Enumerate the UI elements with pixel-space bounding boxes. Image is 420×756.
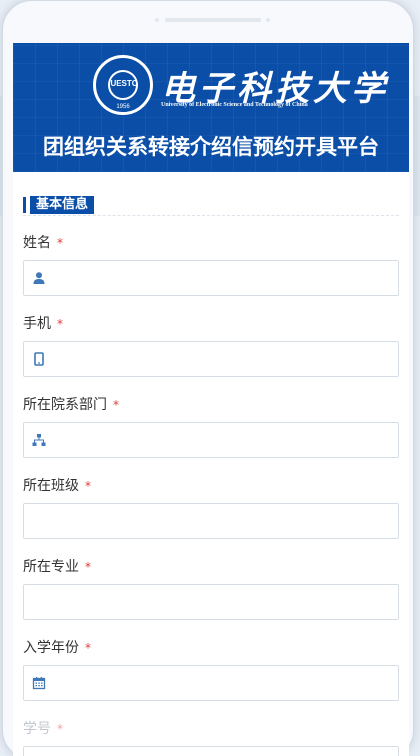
name-label: 姓名 <box>23 235 51 251</box>
class-input[interactable] <box>23 503 399 539</box>
university-english-name: University of Electronic Science and Tec… <box>161 102 308 108</box>
logo-year: 1956 <box>116 104 130 110</box>
speaker-grille <box>165 18 261 22</box>
field-label: 手机 * <box>23 315 399 333</box>
required-mark: * <box>113 398 119 412</box>
field-enrollment-year: 入学年份 * <box>23 639 399 701</box>
class-label: 所在班级 <box>23 478 79 494</box>
major-label: 所在专业 <box>23 559 79 575</box>
field-label: 所在班级 * <box>23 477 399 495</box>
required-mark: * <box>57 317 63 331</box>
field-student-id: 学号 * <box>23 720 399 756</box>
section-title: 基本信息 <box>30 196 95 214</box>
phone-screen: UESTC 1956 电子科技大学 University of Electron… <box>13 43 409 756</box>
major-input[interactable] <box>23 584 399 620</box>
field-label: 入学年份 * <box>23 639 399 657</box>
enrollment-year-input[interactable] <box>23 665 399 701</box>
field-label: 所在专业 * <box>23 558 399 576</box>
field-department: 所在院系部门 * <box>23 396 399 458</box>
required-mark: * <box>85 641 91 655</box>
university-logo: UESTC 1956 <box>93 55 153 115</box>
camera-dot <box>155 18 159 22</box>
header-banner: UESTC 1956 电子科技大学 University of Electron… <box>13 43 409 172</box>
field-label: 姓名 * <box>23 234 399 252</box>
field-major: 所在专业 * <box>23 558 399 620</box>
mobile-input[interactable] <box>23 341 399 377</box>
department-label: 所在院系部门 <box>23 397 107 413</box>
student-id-input[interactable] <box>23 746 399 756</box>
logo-text: UESTC <box>110 79 138 88</box>
mobile-icon <box>34 352 44 366</box>
phone-frame: UESTC 1956 电子科技大学 University of Electron… <box>2 0 414 756</box>
required-mark: * <box>57 722 63 736</box>
platform-title: 团组织关系转接介绍信预约开具平台 <box>43 135 379 159</box>
sensor-dot <box>266 18 270 22</box>
calendar-icon <box>32 677 46 690</box>
name-input[interactable] <box>23 260 399 296</box>
mobile-label: 手机 <box>23 316 51 332</box>
field-mobile: 手机 * <box>23 315 399 377</box>
student-id-label: 学号 <box>23 721 51 737</box>
org-chart-icon <box>32 434 46 446</box>
basic-info-section: 基本信息 姓名 * 手机 * 所在院系部门 * 所在班级 * 所在专业 * 入学… <box>13 196 409 756</box>
field-label: 所在院系部门 * <box>23 396 399 414</box>
section-accent-bar <box>23 197 26 213</box>
required-mark: * <box>57 236 63 250</box>
required-mark: * <box>85 479 91 493</box>
user-icon <box>33 272 45 284</box>
required-mark: * <box>85 560 91 574</box>
field-name: 姓名 * <box>23 234 399 296</box>
section-header: 基本信息 <box>23 196 399 216</box>
department-input[interactable] <box>23 422 399 458</box>
field-label: 学号 * <box>23 720 399 738</box>
field-class: 所在班级 * <box>23 477 399 539</box>
phone-top-bezel <box>3 1 413 43</box>
enrollment-year-label: 入学年份 <box>23 640 79 656</box>
